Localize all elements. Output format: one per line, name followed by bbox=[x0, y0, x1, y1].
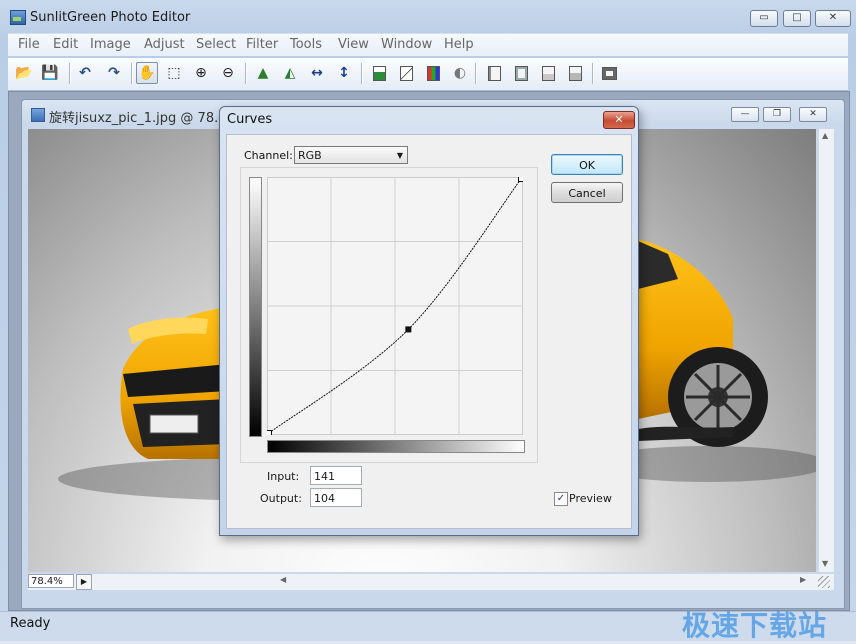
toolbar-separator bbox=[592, 63, 594, 84]
dialog-close-button[interactable]: ✕ bbox=[603, 111, 635, 129]
contrast-icon[interactable]: ◐ bbox=[449, 62, 471, 84]
dialog-body: Channel: RGB ▼ Input: 141 Output: 104 OK… bbox=[226, 134, 632, 529]
output-gradient-bar bbox=[249, 177, 262, 437]
fullscreen-icon[interactable] bbox=[598, 62, 620, 84]
curve-graph[interactable] bbox=[267, 177, 523, 435]
histogram-icon[interactable] bbox=[368, 62, 390, 84]
zoom-out-icon[interactable]: ⊖ bbox=[217, 62, 239, 84]
menu-image[interactable]: Image bbox=[90, 37, 131, 52]
page-icon[interactable] bbox=[483, 62, 505, 84]
app-icon bbox=[10, 10, 26, 25]
menu-adjust[interactable]: Adjust bbox=[144, 37, 185, 52]
title-bar: SunlitGreen Photo Editor ▭ □ ✕ bbox=[0, 0, 856, 34]
scroll-down-arrow-icon[interactable]: ▼ bbox=[822, 559, 828, 568]
zoom-menu-arrow-icon[interactable]: ▶ bbox=[76, 574, 92, 590]
preview-checkbox[interactable]: ✓ bbox=[554, 492, 568, 506]
preview-label: Preview bbox=[569, 492, 612, 505]
status-bar: Ready 极速下载站 bbox=[0, 609, 856, 642]
input-label: Input: bbox=[267, 470, 300, 483]
doc-minimize-button[interactable]: — bbox=[731, 107, 759, 122]
toolbar-separator bbox=[69, 63, 71, 84]
ok-button[interactable]: OK bbox=[551, 154, 623, 175]
menu-edit[interactable]: Edit bbox=[53, 37, 78, 52]
toolbar-separator bbox=[131, 63, 133, 84]
menu-view[interactable]: View bbox=[338, 37, 369, 52]
minimize-button[interactable]: ▭ bbox=[750, 10, 778, 27]
maximize-button[interactable]: □ bbox=[783, 10, 811, 27]
document-statusbar: 78.4% ▶ ◀ ▶ bbox=[28, 574, 834, 590]
vertical-scrollbar[interactable]: ▲ ▼ bbox=[818, 129, 834, 572]
curves-icon[interactable] bbox=[395, 62, 417, 84]
undo-icon[interactable]: ↶ bbox=[74, 62, 96, 84]
zoom-level-field[interactable]: 78.4% bbox=[28, 574, 74, 588]
menu-tools[interactable]: Tools bbox=[290, 37, 322, 52]
scroll-right-arrow-icon[interactable]: ▶ bbox=[800, 575, 806, 584]
input-field[interactable]: 141 bbox=[310, 466, 362, 485]
image-file-icon bbox=[31, 108, 45, 122]
menu-select[interactable]: Select bbox=[196, 37, 236, 52]
toolbar-separator bbox=[475, 63, 477, 84]
resize-grip-icon[interactable] bbox=[818, 576, 830, 588]
curve-control-point[interactable] bbox=[267, 430, 272, 436]
open-icon[interactable]: 📂 bbox=[13, 62, 35, 84]
rect-select-icon[interactable]: ⬚ bbox=[163, 62, 185, 84]
app-window: SunlitGreen Photo Editor ▭ □ ✕ File Edit… bbox=[0, 0, 856, 642]
menu-window[interactable]: Window bbox=[381, 37, 432, 52]
document-title: 旋转jisuxz_pic_1.jpg @ 78.4% bbox=[49, 111, 239, 126]
cancel-button[interactable]: Cancel bbox=[551, 182, 623, 203]
flip-horizontal-icon[interactable]: ▲ bbox=[252, 62, 274, 84]
curve-control-point[interactable] bbox=[405, 326, 412, 333]
doc-restore-button[interactable]: ❐ bbox=[763, 107, 791, 122]
resize-height-icon[interactable]: ↕ bbox=[333, 62, 355, 84]
flip-vertical-icon[interactable]: ◭ bbox=[279, 62, 301, 84]
watermark-logo: 极速下载站 bbox=[682, 609, 828, 642]
channel-label: Channel: bbox=[244, 149, 293, 162]
status-text: Ready bbox=[10, 616, 51, 631]
toolbar: 📂 💾 ↶ ↷ ✋ ⬚ ⊕ ⊖ ▲ ◭ ↔ ↕ ◐ bbox=[8, 58, 848, 91]
curves-dialog: Curves ✕ Channel: RGB ▼ Input: 141 Outpu… bbox=[219, 106, 639, 536]
chevron-down-icon: ▼ bbox=[396, 151, 403, 160]
checkmark-icon: ✓ bbox=[556, 493, 566, 504]
redo-icon[interactable]: ↷ bbox=[103, 62, 125, 84]
input-gradient-bar bbox=[267, 440, 525, 453]
toolbar-separator bbox=[361, 63, 363, 84]
menu-filter[interactable]: Filter bbox=[246, 37, 278, 52]
output-field[interactable]: 104 bbox=[310, 488, 362, 507]
dialog-title: Curves bbox=[227, 112, 273, 127]
channel-value: RGB bbox=[298, 149, 322, 162]
save-icon[interactable]: 💾 bbox=[39, 62, 61, 84]
curve-control-point[interactable] bbox=[518, 177, 524, 182]
color-balance-icon[interactable] bbox=[422, 62, 444, 84]
toolbar-separator bbox=[245, 63, 247, 84]
doc-close-button[interactable]: ✕ bbox=[799, 107, 827, 122]
menu-bar: File Edit Image Adjust Select Filter Too… bbox=[8, 33, 848, 56]
app-title: SunlitGreen Photo Editor bbox=[30, 10, 191, 25]
menu-help[interactable]: Help bbox=[444, 37, 474, 52]
scroll-up-arrow-icon[interactable]: ▲ bbox=[822, 131, 828, 140]
scroll-left-arrow-icon[interactable]: ◀ bbox=[280, 575, 286, 584]
channel-select[interactable]: RGB ▼ bbox=[294, 146, 408, 164]
resize-width-icon[interactable]: ↔ bbox=[306, 62, 328, 84]
menu-file[interactable]: File bbox=[18, 37, 40, 52]
output-label: Output: bbox=[260, 492, 302, 505]
canvas-size-icon[interactable] bbox=[564, 62, 586, 84]
zoom-in-icon[interactable]: ⊕ bbox=[190, 62, 212, 84]
close-button[interactable]: ✕ bbox=[815, 10, 851, 27]
hand-tool-icon[interactable]: ✋ bbox=[136, 62, 158, 84]
image-size-icon[interactable] bbox=[537, 62, 559, 84]
frame-icon[interactable] bbox=[510, 62, 532, 84]
